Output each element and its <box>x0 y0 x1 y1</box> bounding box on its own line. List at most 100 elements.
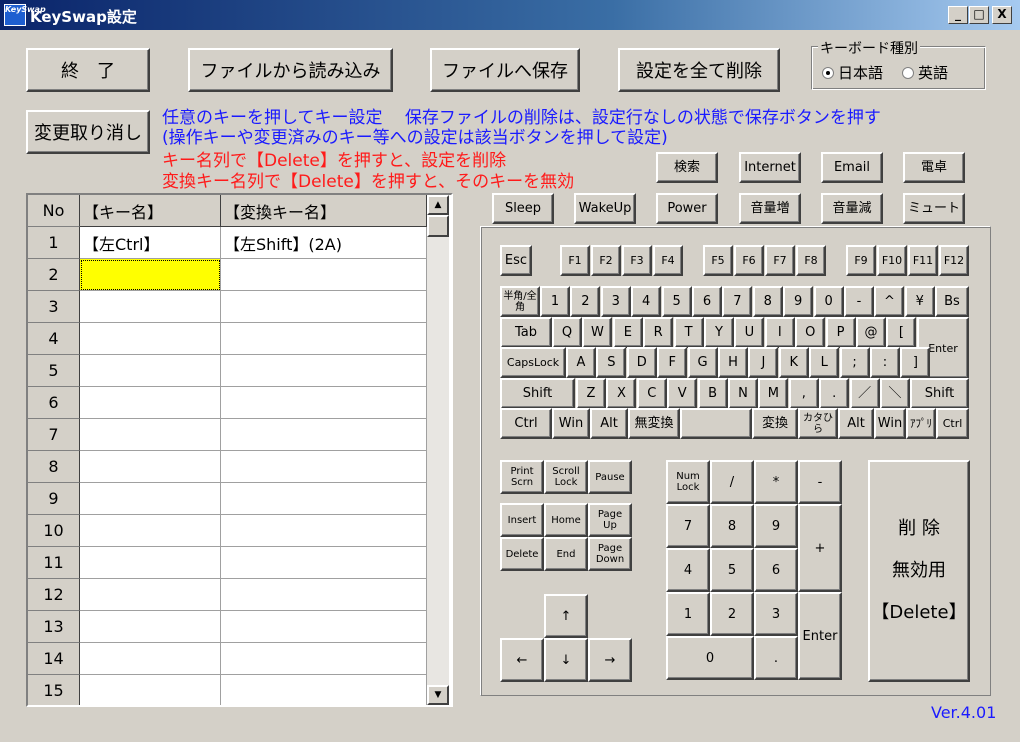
key-f7[interactable]: F7 <box>765 245 795 276</box>
key-bottom-row-3[interactable]: 無変換 <box>628 408 680 439</box>
key-shift-row-7[interactable]: M <box>758 378 789 409</box>
key-f5[interactable]: F5 <box>703 245 733 276</box>
special-key-1[interactable]: Internet <box>739 152 801 183</box>
key-tab-row-10[interactable]: P <box>825 317 856 348</box>
key-numpad-12[interactable]: 2 <box>710 592 754 636</box>
key-numpad-3[interactable]: - <box>798 460 842 504</box>
key-bottom-row-1[interactable]: Win <box>552 408 590 439</box>
key-num-row-9[interactable]: 9 <box>783 286 814 317</box>
special-key-2[interactable]: Email <box>821 152 883 183</box>
key-cell[interactable]: 【左Ctrl】 <box>80 227 221 259</box>
swap-cell[interactable]: 【左Shift】(2A) <box>221 227 427 259</box>
key-num-row-2[interactable]: 2 <box>570 286 601 317</box>
scroll-up-button[interactable]: ▲ <box>427 195 449 215</box>
key-tab-row-12[interactable]: [ <box>886 317 917 348</box>
special-key-7[interactable]: 音量増 <box>739 193 801 224</box>
key-numpad-1[interactable]: / <box>710 460 754 504</box>
key-cell[interactable] <box>80 515 221 547</box>
swap-cell[interactable] <box>221 643 427 675</box>
key-tab-row-2[interactable]: W <box>582 317 613 348</box>
special-key-4[interactable]: Sleep <box>492 193 554 224</box>
key-cell[interactable] <box>80 611 221 643</box>
save-file-button[interactable]: ファイルへ保存 <box>430 48 580 92</box>
key-nav-scroll-lock[interactable]: Scroll Lock <box>544 460 588 494</box>
key-nav-delete[interactable]: Delete <box>500 537 544 571</box>
key-bottom-row-10[interactable]: Ctrl <box>936 408 969 439</box>
key-caps-row-6[interactable]: H <box>718 347 748 378</box>
swap-cell[interactable] <box>221 387 427 419</box>
key-tab-row-3[interactable]: E <box>612 317 643 348</box>
key-f11[interactable]: F11 <box>908 245 938 276</box>
key-numpad-5[interactable]: 8 <box>710 504 754 548</box>
swap-cell[interactable] <box>221 675 427 705</box>
key-shift-row-9[interactable]: . <box>819 378 850 409</box>
key-f1[interactable]: F1 <box>560 245 590 276</box>
key-arrow-up[interactable]: ↑ <box>544 594 588 638</box>
key-caps-row-4[interactable]: F <box>657 347 688 378</box>
key-nav-end[interactable]: End <box>544 537 588 571</box>
undo-changes-button[interactable]: 変更取り消し <box>26 110 150 154</box>
key-right-shift[interactable]: Shift <box>910 378 969 409</box>
scroll-down-button[interactable]: ▼ <box>427 685 449 705</box>
key-cell[interactable] <box>80 355 221 387</box>
key-arrow-left[interactable]: ← <box>500 638 544 682</box>
key-f2[interactable]: F2 <box>591 245 621 276</box>
key-tab-row-1[interactable]: Q <box>552 317 582 348</box>
key-arrow-right[interactable]: → <box>588 638 632 682</box>
key-shift-row-10[interactable]: ／ <box>849 378 880 409</box>
key-f9[interactable]: F9 <box>846 245 876 276</box>
key-bottom-row-8[interactable]: Win <box>874 408 906 439</box>
swap-cell[interactable] <box>221 579 427 611</box>
key-num-row-10[interactable]: 0 <box>813 286 844 317</box>
key-num-row-13[interactable]: ¥ <box>904 286 935 317</box>
key-caps-row-10[interactable]: ; <box>839 347 870 378</box>
key-numpad-11[interactable]: 1 <box>666 592 710 636</box>
key-num-row-5[interactable]: 5 <box>661 286 692 317</box>
maximize-button[interactable]: □ <box>969 6 989 24</box>
key-nav-pause[interactable]: Pause <box>588 460 632 494</box>
key-caps-row-3[interactable]: D <box>626 347 657 378</box>
swap-cell[interactable] <box>221 547 427 579</box>
swap-cell[interactable] <box>221 451 427 483</box>
key-numpad-9[interactable]: 5 <box>710 548 754 592</box>
key-nav-page-down[interactable]: Page Down <box>588 537 632 571</box>
key-cell[interactable] <box>80 419 221 451</box>
key-numpad-4[interactable]: 7 <box>666 504 710 548</box>
key-capslock[interactable]: CapsLock <box>500 347 566 378</box>
key-f3[interactable]: F3 <box>622 245 652 276</box>
key-num-row-8[interactable]: 8 <box>752 286 783 317</box>
key-shift-row-11[interactable]: ＼ <box>880 378 910 409</box>
key-caps-row-11[interactable]: : <box>870 347 900 378</box>
swap-cell[interactable] <box>221 515 427 547</box>
key-shift-row-8[interactable]: , <box>788 378 819 409</box>
key-cell[interactable] <box>80 387 221 419</box>
key-nav-home[interactable]: Home <box>544 503 588 537</box>
key-num-row-12[interactable]: ^ <box>874 286 905 317</box>
key-esc[interactable]: Esc <box>500 245 532 276</box>
key-bottom-row-7[interactable]: Alt <box>838 408 874 439</box>
key-cell[interactable] <box>80 643 221 675</box>
key-cell[interactable] <box>80 291 221 323</box>
key-cell[interactable] <box>80 547 221 579</box>
key-tab-row-8[interactable]: I <box>764 317 795 348</box>
key-caps-row-8[interactable]: K <box>778 347 809 378</box>
key-bottom-row-6[interactable]: カタひら <box>798 408 838 439</box>
key-cell[interactable] <box>80 323 221 355</box>
key-num-row-4[interactable]: 4 <box>631 286 662 317</box>
key-num-row-11[interactable]: - <box>844 286 874 317</box>
key-f4[interactable]: F4 <box>653 245 683 276</box>
key-tab-row-5[interactable]: T <box>673 317 704 348</box>
key-bottom-row-2[interactable]: Alt <box>590 408 628 439</box>
scroll-thumb[interactable] <box>427 215 449 237</box>
special-key-5[interactable]: WakeUp <box>574 193 636 224</box>
swap-cell[interactable] <box>221 419 427 451</box>
key-shift-row-2[interactable]: X <box>606 378 637 409</box>
special-key-6[interactable]: Power <box>656 193 718 224</box>
key-cell[interactable] <box>80 259 221 291</box>
swap-cell[interactable] <box>221 483 427 515</box>
key-tab-row-7[interactable]: U <box>734 317 765 348</box>
minimize-button[interactable]: _ <box>948 6 968 24</box>
key-shift-row-3[interactable]: C <box>636 378 667 409</box>
key-num-row-1[interactable]: 1 <box>540 286 570 317</box>
key-tab-row-6[interactable]: Y <box>704 317 734 348</box>
